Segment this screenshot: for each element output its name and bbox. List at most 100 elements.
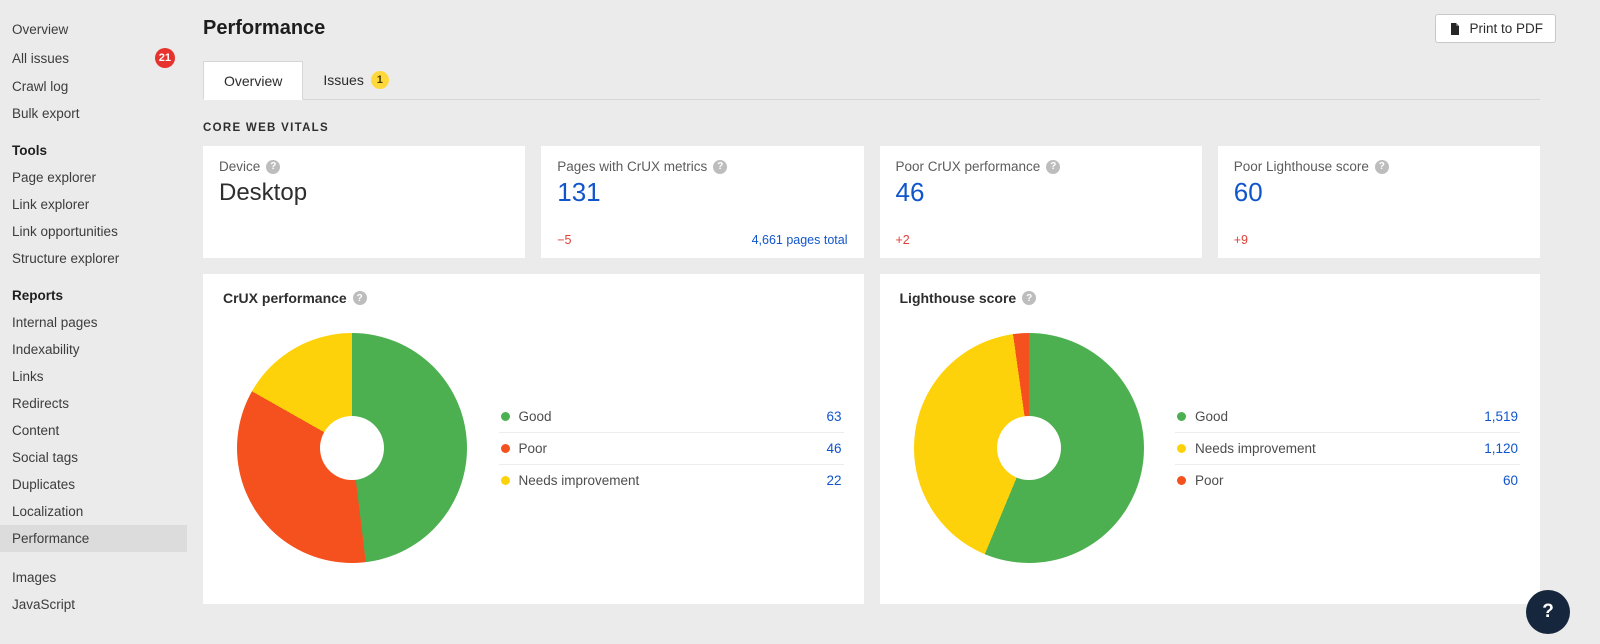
- tab-overview[interactable]: Overview: [203, 61, 303, 100]
- crux-performance-donut-chart[interactable]: [237, 333, 467, 563]
- help-icon[interactable]: ?: [266, 160, 280, 174]
- stat-label: Pages with CrUX metrics ?: [557, 159, 847, 174]
- legend-dot-needs-improvement: [501, 476, 510, 485]
- tab-bar: Overview Issues 1: [203, 61, 1540, 100]
- sidebar-item-crawl-log[interactable]: Crawl log: [0, 73, 187, 100]
- chart-legend: Good 63 Poor 46 Needs improvement 22: [499, 401, 844, 496]
- chart-body: Good 1,519 Needs improvement 1,120 Poor …: [900, 312, 1521, 584]
- sidebar-item-javascript[interactable]: JavaScript: [0, 591, 187, 618]
- core-web-vitals-section-label: Core Web Vitals: [203, 122, 1540, 134]
- chart-title-text: CrUX performance: [223, 290, 347, 306]
- legend-row[interactable]: Needs improvement 22: [499, 465, 844, 496]
- sidebar-item-content[interactable]: Content: [0, 417, 187, 444]
- sidebar-item-duplicates[interactable]: Duplicates: [0, 471, 187, 498]
- sidebar-item-links[interactable]: Links: [0, 363, 187, 390]
- poor-crux-performance-value[interactable]: 46: [896, 177, 1186, 208]
- legend-dot-needs-improvement: [1177, 444, 1186, 453]
- legend-row[interactable]: Poor 60: [1175, 465, 1520, 496]
- pages-with-crux-metrics-value[interactable]: 131: [557, 177, 847, 208]
- legend-value[interactable]: 22: [826, 473, 841, 488]
- lighthouse-score-donut-chart[interactable]: [914, 333, 1144, 563]
- sidebar-item-localization[interactable]: Localization: [0, 498, 187, 525]
- sidebar-item-label: Localization: [12, 503, 83, 520]
- delta-value: −5: [557, 233, 571, 247]
- legend-value[interactable]: 1,519: [1484, 409, 1518, 424]
- stat-label: Poor Lighthouse score ?: [1234, 159, 1524, 174]
- stat-card-poor-lighthouse-score: Poor Lighthouse score ? 60 +9: [1218, 146, 1540, 258]
- legend-label: Good: [1195, 409, 1228, 424]
- delta-value: +2: [896, 233, 910, 247]
- tab-issues[interactable]: Issues 1: [303, 61, 408, 99]
- sidebar-item-link-opportunities[interactable]: Link opportunities: [0, 218, 187, 245]
- chart-legend: Good 1,519 Needs improvement 1,120 Poor …: [1175, 401, 1520, 496]
- sidebar-item-label: Bulk export: [12, 105, 80, 122]
- sidebar-item-label: Redirects: [12, 395, 69, 412]
- legend-value[interactable]: 1,120: [1484, 441, 1518, 456]
- all-issues-count-badge: 21: [155, 48, 175, 68]
- sidebar-item-label: All issues: [12, 50, 69, 67]
- issues-count-badge: 1: [371, 71, 389, 89]
- legend-dot-poor: [1177, 476, 1186, 485]
- tab-issues-label: Issues: [323, 72, 363, 88]
- sidebar-item-label: Social tags: [12, 449, 78, 466]
- help-icon[interactable]: ?: [1046, 160, 1060, 174]
- sidebar-item-label: Internal pages: [12, 314, 98, 331]
- legend-row[interactable]: Needs improvement 1,120: [1175, 433, 1520, 465]
- sidebar-item-images[interactable]: Images: [0, 564, 187, 591]
- main-content: Performance Print to PDF Overview Issues…: [187, 0, 1600, 644]
- legend-value[interactable]: 63: [826, 409, 841, 424]
- legend-dot-good: [501, 412, 510, 421]
- sidebar-item-redirects[interactable]: Redirects: [0, 390, 187, 417]
- lighthouse-score-chart-card: Lighthouse score ? Good 1,519 Needs impr…: [880, 274, 1541, 604]
- sidebar: Overview All issues 21 Crawl log Bulk ex…: [0, 0, 187, 644]
- stat-footer: −5 4,661 pages total: [557, 233, 847, 247]
- sidebar-item-structure-explorer[interactable]: Structure explorer: [0, 245, 187, 272]
- sidebar-item-label: Links: [12, 368, 44, 385]
- poor-lighthouse-score-value[interactable]: 60: [1234, 177, 1524, 208]
- legend-value[interactable]: 60: [1503, 473, 1518, 488]
- legend-row[interactable]: Poor 46: [499, 433, 844, 465]
- sidebar-item-link-explorer[interactable]: Link explorer: [0, 191, 187, 218]
- stats-row: Device ? Desktop Pages with CrUX metrics…: [203, 146, 1540, 258]
- legend-label: Poor: [519, 441, 548, 456]
- sidebar-item-label: Indexability: [12, 341, 80, 358]
- legend-label: Poor: [1195, 473, 1224, 488]
- stat-footer: +9: [1234, 233, 1524, 247]
- chart-title-text: Lighthouse score: [900, 290, 1017, 306]
- sidebar-item-internal-pages[interactable]: Internal pages: [0, 309, 187, 336]
- pages-total-link[interactable]: 4,661 pages total: [752, 233, 848, 247]
- stat-label-text: Poor Lighthouse score: [1234, 159, 1369, 174]
- stat-card-device: Device ? Desktop: [203, 146, 525, 258]
- legend-row[interactable]: Good 63: [499, 401, 844, 433]
- tab-overview-label: Overview: [224, 73, 282, 89]
- stat-label: Poor CrUX performance ?: [896, 159, 1186, 174]
- legend-value[interactable]: 46: [826, 441, 841, 456]
- chart-body: Good 63 Poor 46 Needs improvement 22: [223, 312, 844, 584]
- print-to-pdf-label: Print to PDF: [1469, 21, 1543, 36]
- legend-row[interactable]: Good 1,519: [1175, 401, 1520, 433]
- sidebar-item-label: Link opportunities: [12, 223, 118, 240]
- sidebar-item-bulk-export[interactable]: Bulk export: [0, 100, 187, 127]
- stat-label-text: Poor CrUX performance: [896, 159, 1041, 174]
- delta-value: +9: [1234, 233, 1248, 247]
- sidebar-item-label: Link explorer: [12, 196, 89, 213]
- sidebar-item-social-tags[interactable]: Social tags: [0, 444, 187, 471]
- sidebar-item-performance[interactable]: Performance: [0, 525, 187, 552]
- help-icon[interactable]: ?: [353, 291, 367, 305]
- help-icon[interactable]: ?: [1375, 160, 1389, 174]
- sidebar-item-label: Performance: [12, 530, 89, 547]
- legend-label: Good: [519, 409, 552, 424]
- stat-label-text: Pages with CrUX metrics: [557, 159, 707, 174]
- sidebar-item-label: Images: [12, 569, 56, 586]
- sidebar-item-overview[interactable]: Overview: [0, 16, 187, 43]
- legend-dot-good: [1177, 412, 1186, 421]
- help-button[interactable]: ?: [1526, 590, 1570, 634]
- sidebar-item-all-issues[interactable]: All issues 21: [0, 43, 187, 73]
- print-to-pdf-button[interactable]: Print to PDF: [1435, 14, 1556, 43]
- sidebar-item-indexability[interactable]: Indexability: [0, 336, 187, 363]
- stat-card-poor-crux-performance: Poor CrUX performance ? 46 +2: [880, 146, 1202, 258]
- help-icon[interactable]: ?: [713, 160, 727, 174]
- help-icon[interactable]: ?: [1022, 291, 1036, 305]
- sidebar-item-page-explorer[interactable]: Page explorer: [0, 164, 187, 191]
- page-header: Performance Print to PDF: [203, 0, 1540, 43]
